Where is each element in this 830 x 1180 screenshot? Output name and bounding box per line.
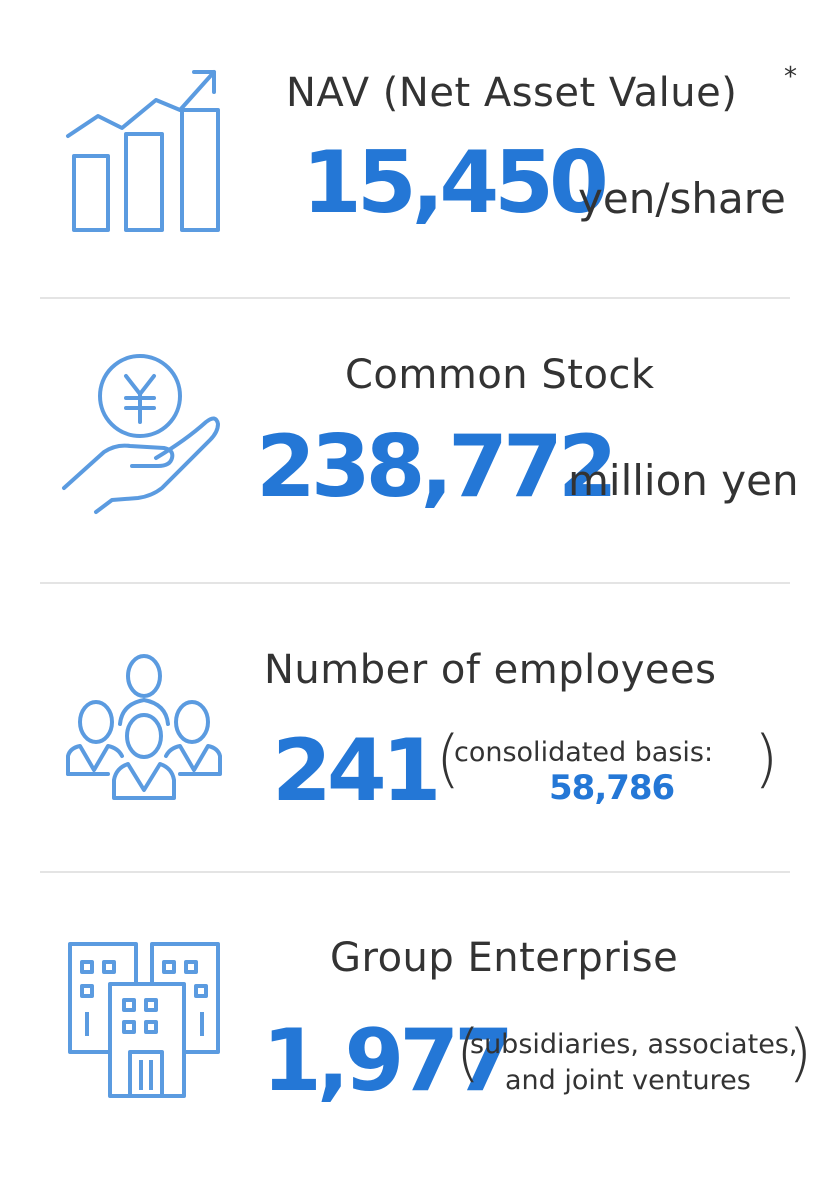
- nav-footnote-marker: *: [784, 62, 797, 92]
- note-close-paren: ): [788, 1016, 813, 1089]
- common-stock-value: 238,772: [256, 417, 618, 517]
- divider: [40, 871, 790, 873]
- nav-value: 15,450: [302, 133, 609, 233]
- employees-consolidated-value: 58,786: [549, 768, 675, 808]
- nav-unit: yen/share: [578, 174, 786, 223]
- employees-label: Number of employees: [264, 647, 717, 693]
- people-group-icon: [64, 652, 224, 802]
- group-note-line1: subsidiaries, associates,: [470, 1029, 798, 1060]
- note-close-paren: ): [754, 722, 779, 795]
- yen-coin-hand-icon: [60, 350, 220, 520]
- divider: [40, 582, 790, 584]
- employees-value: 241: [272, 721, 442, 821]
- common-stock-unit: million yen: [568, 456, 799, 505]
- group-note-line2: and joint ventures: [505, 1065, 751, 1096]
- employees-note: consolidated basis:: [454, 737, 714, 768]
- common-stock-label: Common Stock: [345, 352, 655, 398]
- divider: [40, 297, 790, 299]
- nav-label: NAV (Net Asset Value): [286, 70, 738, 116]
- bar-chart-growth-icon: [64, 64, 224, 234]
- group-label: Group Enterprise: [330, 935, 679, 981]
- office-building-icon: [66, 940, 226, 1100]
